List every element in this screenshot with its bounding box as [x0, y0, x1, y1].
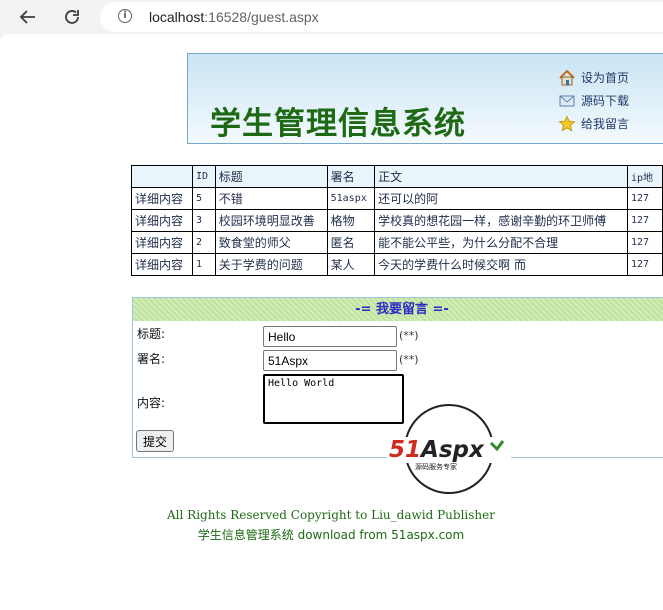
info-icon[interactable]: i — [118, 9, 132, 23]
row-author: 格物 — [326, 209, 376, 232]
row-id: 2 — [191, 231, 216, 254]
row-body: 还可以的阿 — [374, 187, 628, 210]
envelope-icon — [559, 95, 575, 106]
col-header-detail — [131, 165, 193, 188]
table-header-row: ID 标题 署名 正文 ip地 — [131, 165, 663, 188]
col-header-ip: ip地 — [627, 165, 663, 188]
51aspx-logo: 51Aspx 源码服务专家 — [387, 404, 511, 494]
col-header-title: 标题 — [214, 165, 328, 188]
author-required-mark: (**) — [399, 353, 419, 366]
address-bar[interactable]: i localhost:16528/guest.aspx — [100, 2, 663, 32]
footer-credit: 学生信息管理系统 download from 51aspx.com — [197, 528, 465, 542]
source-download-label: 源码下载 — [581, 94, 630, 108]
table-row: 详细内容 2 致食堂的师父 匿名 能不能公平些，为什么分配不合理 127 — [131, 231, 663, 254]
detail-link[interactable]: 详细内容 — [131, 253, 193, 276]
submit-button[interactable]: 提交 — [136, 430, 175, 452]
detail-link[interactable]: 详细内容 — [131, 231, 193, 254]
row-title: 关于学费的问题 — [214, 253, 328, 276]
title-input[interactable] — [263, 326, 397, 347]
form-heading: -= 我要留言 =- — [133, 298, 663, 321]
svg-text:51Aspx: 51Aspx — [389, 437, 485, 463]
table-row: 详细内容 3 校园环境明显改善 格物 学校真的想花园一样，感谢辛勤的环卫师傅 1… — [131, 209, 663, 232]
header-banner: 学生管理信息系统 设为首页 源码下载 给我留言 — [187, 53, 663, 144]
leave-message-link[interactable]: 给我留言 — [558, 112, 629, 135]
messages-table: ID 标题 署名 正文 ip地 详细内容 5 不错 51aspx 还可以的阿 1… — [131, 165, 663, 276]
row-body: 学校真的想花园一样，感谢辛勤的环卫师傅 — [374, 209, 628, 232]
svg-text:源码服务专家: 源码服务专家 — [415, 462, 457, 471]
row-body: 能不能公平些，为什么分配不合理 — [374, 231, 628, 254]
row-id: 1 — [191, 253, 216, 276]
content-label: 内容: — [137, 396, 166, 410]
row-body: 今天的学费什么时候交啊 而 — [374, 253, 628, 276]
row-ip: 127 — [627, 209, 663, 232]
star-icon — [558, 114, 576, 132]
title-required-mark: (**) — [399, 329, 419, 342]
col-header-body: 正文 — [374, 165, 628, 188]
back-button[interactable] — [16, 5, 40, 29]
title-label: 标题: — [137, 327, 166, 341]
home-icon — [559, 69, 575, 85]
author-input[interactable] — [263, 350, 397, 371]
row-author: 51aspx — [326, 187, 376, 210]
header-links: 设为首页 源码下载 给我留言 — [558, 66, 629, 135]
content-textarea[interactable]: Hello World — [263, 374, 404, 424]
col-header-author: 署名 — [326, 165, 376, 188]
row-title: 不错 — [214, 187, 328, 210]
set-homepage-link[interactable]: 设为首页 — [558, 66, 629, 89]
row-author: 匿名 — [326, 231, 376, 254]
site-title: 学生管理信息系统 — [210, 106, 466, 142]
row-title: 校园环境明显改善 — [214, 209, 328, 232]
reload-button[interactable] — [60, 5, 84, 29]
browser-toolbar: i localhost:16528/guest.aspx — [0, 0, 663, 34]
author-label: 署名: — [137, 352, 166, 366]
reload-icon — [65, 10, 79, 24]
footer-copyright: All Rights Reserved Copyright to Liu_daw… — [167, 508, 495, 522]
url-path: :16528/guest.aspx — [204, 9, 319, 25]
table-row: 详细内容 1 关于学费的问题 某人 今天的学费什么时候交啊 而 127 — [131, 253, 663, 276]
row-author: 某人 — [326, 253, 376, 276]
page-content: 学生管理信息系统 设为首页 源码下载 给我留言 ID 标题 署名 正文 ip地 — [0, 34, 663, 610]
detail-link[interactable]: 详细内容 — [131, 209, 193, 232]
set-homepage-label: 设为首页 — [581, 71, 630, 85]
row-ip: 127 — [627, 187, 663, 210]
row-id: 5 — [191, 187, 216, 210]
url-host: localhost — [149, 9, 205, 25]
row-ip: 127 — [627, 231, 663, 254]
table-row: 详细内容 5 不错 51aspx 还可以的阿 127 — [131, 187, 663, 210]
detail-link[interactable]: 详细内容 — [131, 187, 193, 210]
row-title: 致食堂的师父 — [214, 231, 328, 254]
leave-message-label: 给我留言 — [581, 117, 630, 131]
row-id: 3 — [191, 209, 216, 232]
url-text[interactable]: localhost:16528/guest.aspx — [149, 9, 319, 25]
arrow-left-icon — [19, 10, 35, 24]
col-header-id: ID — [191, 165, 216, 188]
row-ip: 127 — [627, 253, 663, 276]
source-download-link[interactable]: 源码下载 — [558, 89, 629, 112]
